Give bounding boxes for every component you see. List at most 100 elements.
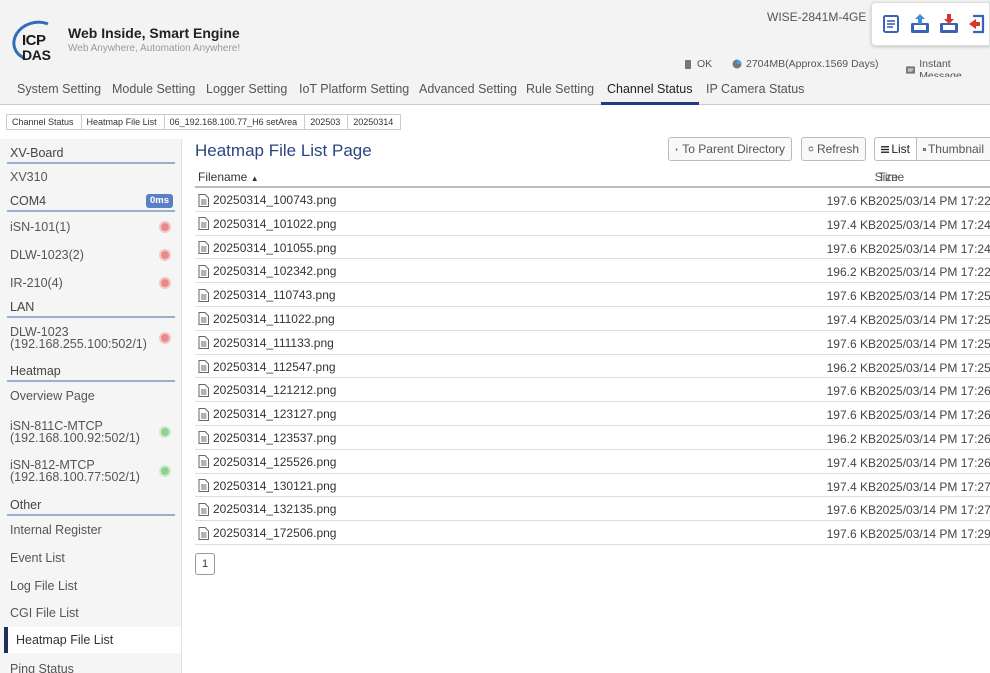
refresh-button[interactable]: Refresh [801, 137, 866, 161]
file-link[interactable]: 20250314_111022.png [198, 312, 335, 326]
file-time: 2025/03/14 PM 17:24 [876, 217, 990, 232]
file-link[interactable]: 20250314_125526.png [198, 455, 336, 469]
tab-rule-setting[interactable]: Rule Setting [526, 82, 594, 96]
file-link[interactable]: 20250314_110743.png [198, 288, 336, 302]
file-link[interactable]: 20250314_100743.png [198, 193, 336, 207]
table-row: 20250314_111022.png 197.4 KB 2025/03/14 PM… [195, 307, 990, 331]
message-icon [906, 66, 916, 74]
file-time: 2025/03/14 PM 17:25 [876, 312, 990, 327]
thumbnail-view-button[interactable]: Thumbnail [916, 137, 990, 161]
file-link[interactable]: 20250314_112547.png [198, 360, 336, 374]
file-name: 20250314_111022.png [213, 311, 335, 326]
file-size: 197.4 KB [826, 479, 876, 494]
file-name: 20250314_110743.png [213, 288, 336, 303]
breadcrumb-item[interactable]: Heatmap File List [80, 114, 165, 130]
status-dot-online [159, 426, 171, 438]
logo-text-bottom: DAS [22, 47, 51, 63]
breadcrumb-item[interactable]: Channel Status [6, 114, 82, 130]
grid-icon [923, 147, 926, 151]
file-icon [198, 526, 209, 540]
file-link[interactable]: 20250314_121212.png [198, 383, 336, 397]
column-header-label: Filename [198, 170, 248, 184]
sidebar-item-ir-210[interactable]: IR-210(4) [7, 272, 175, 294]
file-size: 197.6 KB [826, 384, 876, 399]
sidebar-item-heatmap-file-list[interactable]: Heatmap File List [4, 627, 181, 653]
file-link[interactable]: 20250314_130121.png [198, 479, 336, 493]
document-icon[interactable] [880, 13, 902, 35]
to-parent-directory-button[interactable]: To Parent Directory [668, 137, 792, 161]
tab-iot-platform-setting[interactable]: IoT Platform Setting [299, 82, 409, 96]
file-name: 20250314_111133.png [213, 335, 334, 350]
top-nav: System Setting Module Setting Logger Set… [0, 77, 990, 105]
table-row: 20250314_111133.png 197.6 KB 2025/03/14 PM… [195, 331, 990, 355]
breadcrumb-item[interactable]: 06_192.168.100.77_H6 setArea [163, 114, 306, 130]
upload-icon[interactable] [909, 13, 931, 35]
file-link[interactable]: 20250314_102342.png [198, 264, 336, 278]
sidebar-item-log-file-list[interactable]: Log File List [7, 575, 175, 597]
status-ok-text: OK [697, 58, 713, 70]
logout-icon[interactable] [967, 13, 989, 35]
file-time: 2025/03/14 PM 17:26 [876, 455, 990, 470]
file-link[interactable]: 20250314_111133.png [198, 336, 334, 350]
tab-logger-setting[interactable]: Logger Setting [206, 82, 287, 96]
tab-ip-camera-status[interactable]: IP Camera Status [706, 82, 804, 96]
sidebar-group-com4: COM4 0ms [7, 190, 175, 212]
breadcrumb: Channel Status Heatmap File List 06_192.… [0, 113, 402, 131]
sidebar-item-isn-811c[interactable]: iSN-811C-MTCP (192.168.100.92:502/1) [7, 418, 175, 448]
sidebar-item-ping-status[interactable]: Ping Status [7, 658, 175, 673]
file-name: 20250314_123537.png [213, 430, 337, 445]
file-time: 2025/03/14 PM 17:24 [876, 241, 990, 256]
tab-module-setting[interactable]: Module Setting [112, 82, 195, 96]
table-header: Filename ▲ Size Time [195, 166, 990, 188]
file-name: 20250314_100743.png [213, 193, 337, 207]
breadcrumb-item[interactable]: 202503 [304, 114, 349, 130]
file-size: 196.2 KB [826, 360, 876, 375]
table-row: 20250314_112547.png 196.2 KB 2025/03/14 PM… [195, 355, 990, 379]
file-time: 2025/03/14 PM 17:26 [876, 384, 990, 399]
sidebar-item-dlw-1023-lan[interactable]: DLW-1023 (192.168.255.100:502/1) [7, 324, 175, 354]
list-view-button[interactable]: List [874, 137, 917, 161]
download-icon[interactable] [938, 13, 960, 35]
table-body: 20250314_100743.png 197.6 KB 2025/03/14 PM… [195, 188, 990, 545]
file-link[interactable]: 20250314_123537.png [198, 431, 336, 445]
file-link[interactable]: 20250314_123127.png [198, 407, 336, 421]
sidebar-group-lan: LAN [7, 296, 175, 318]
sidebar-item-internal-register[interactable]: Internal Register [7, 519, 175, 541]
status-storage: 2704MB(Approx.1569 Days) [732, 58, 879, 70]
page-button-1[interactable]: 1 [195, 553, 215, 575]
file-icon [198, 502, 209, 516]
file-name: 20250314_132135.png [213, 502, 337, 517]
file-name: 20250314_172506.png [213, 526, 337, 541]
tab-advanced-setting[interactable]: Advanced Setting [419, 82, 517, 96]
tab-channel-status[interactable]: Channel Status [607, 82, 692, 96]
sidebar-item-event-list[interactable]: Event List [7, 547, 175, 569]
file-link[interactable]: 20250314_132135.png [198, 502, 336, 516]
tab-system-setting[interactable]: System Setting [17, 82, 101, 96]
sidebar-item-dlw-1023-2[interactable]: DLW-1023(2) [7, 244, 175, 266]
file-icon [198, 431, 209, 445]
file-link[interactable]: 20250314_101055.png [198, 241, 336, 255]
sidebar-item-overview-page[interactable]: Overview Page [7, 385, 175, 407]
file-size: 197.6 KB [826, 194, 876, 208]
file-link[interactable]: 20250314_101022.png [198, 217, 336, 231]
table-row: 20250314_101055.png 197.6 KB 2025/03/14 PM… [195, 236, 990, 260]
storage-pie-icon [732, 59, 742, 69]
column-header-filename[interactable]: Filename ▲ [198, 170, 259, 184]
breadcrumb-item[interactable]: 20250314 [347, 114, 402, 130]
sidebar-item-xv310[interactable]: XV310 [7, 166, 175, 188]
table-row: 20250314_110743.png 197.6 KB 2025/03/14 PM… [195, 283, 990, 307]
sidebar-item-isn-812[interactable]: iSN-812-MTCP (192.168.100.77:502/1) [7, 457, 175, 487]
file-name: 20250314_130121.png [213, 478, 337, 493]
sidebar-item-cgi-file-list[interactable]: CGI File List [7, 602, 175, 624]
table-row: 20250314_123127.png 197.6 KB 2025/03/14 PM… [195, 402, 990, 426]
sidebar-item-label: iSN-101(1) [10, 220, 71, 234]
sidebar-item-isn-101[interactable]: iSN-101(1) [7, 216, 175, 238]
sidebar-item-label: Heatmap File List [16, 633, 114, 647]
file-link[interactable]: 20250314_172506.png [198, 526, 336, 540]
table-row: 20250314_102342.png 196.2 KB 2025/03/14 PM… [195, 259, 990, 284]
file-time: 2025/03/14 PM 17:29 [876, 527, 990, 542]
latency-badge: 0ms [145, 194, 173, 208]
column-header-time[interactable]: Time [878, 170, 904, 184]
header-toolbar [871, 2, 990, 46]
arrow-up-icon [675, 147, 678, 151]
